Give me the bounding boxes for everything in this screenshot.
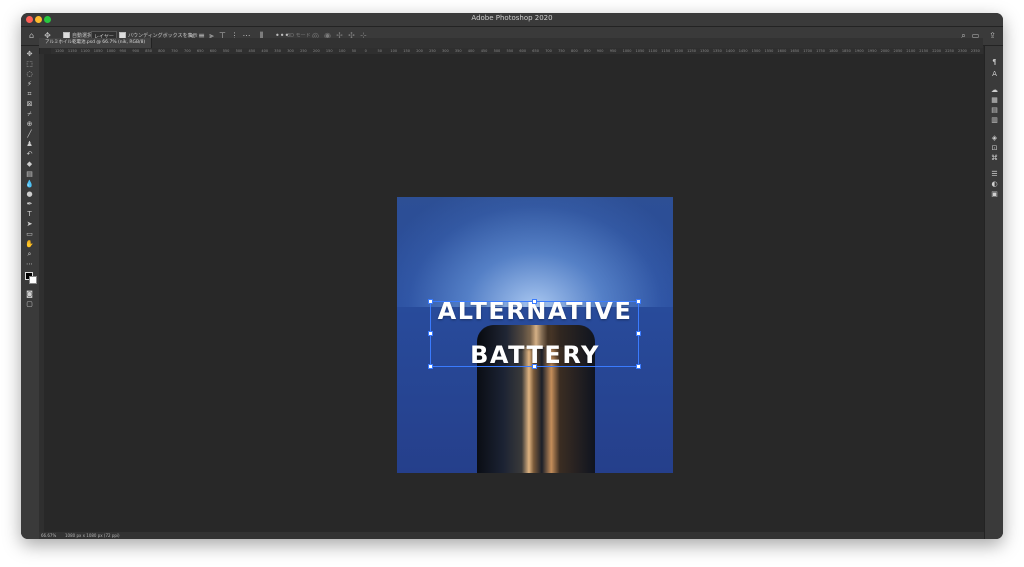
color-swatches-icon[interactable] — [25, 272, 37, 284]
hand-tool-icon[interactable]: ✋ — [25, 240, 34, 248]
pen-tool-icon[interactable]: ✒ — [25, 200, 34, 208]
color-icon[interactable]: ◐ — [990, 180, 999, 188]
document-info[interactable]: 1080 px x 1080 px (72 ppi) — [65, 532, 120, 539]
magic-wand-icon[interactable]: ⚡ — [25, 80, 34, 88]
tools-panel: ✥ ⬚ ◌ ⚡ ⌗ ⊠ ⌿ ⊕ ╱ ♟ ↶ ◆ ▤ 💧 ● ✒ T ➤ ▭ ✋ … — [21, 46, 40, 539]
handle-bottom-left[interactable] — [428, 364, 433, 369]
paragraph-icon[interactable]: ¶ — [990, 58, 999, 66]
swatches-icon[interactable]: ▣ — [990, 190, 999, 198]
handle-middle-left[interactable] — [428, 331, 433, 336]
brush-tool-icon[interactable]: ╱ — [25, 130, 34, 138]
share-icon[interactable]: ⇪ — [988, 31, 997, 40]
paths-icon[interactable]: ⌘ — [990, 154, 999, 162]
crop-tool-icon[interactable]: ⌗ — [25, 90, 34, 98]
lasso-tool-icon[interactable]: ◌ — [25, 70, 34, 78]
status-bar: 66.67% 1080 px x 1080 px (72 ppi) — [39, 532, 984, 539]
frame-tool-icon[interactable]: ⊠ — [25, 100, 34, 108]
stamp-tool-icon[interactable]: ♟ — [25, 140, 34, 148]
title-bar: Adobe Photoshop 2020 — [21, 13, 1003, 27]
photoshop-window: Adobe Photoshop 2020 ⌂ ✥ 自動選択 : レイヤー バウン… — [21, 13, 1003, 539]
transform-bounding-box[interactable] — [428, 299, 641, 369]
light-beam — [397, 197, 673, 307]
panel-dock: ¶ A ☁ ▦ ▤ ▥ ◈ ⊡ ⌘ ☰ ◐ ▣ — [984, 46, 1003, 539]
document-tab-bar: アルミホイル乾電池.psd @ 66.7% (nik, RGB/8) — [39, 38, 983, 48]
path-select-icon[interactable]: ➤ — [25, 220, 34, 228]
history-brush-icon[interactable]: ↶ — [25, 150, 34, 158]
marquee-tool-icon[interactable]: ⬚ — [25, 60, 34, 68]
handle-top-right[interactable] — [636, 299, 641, 304]
healing-brush-icon[interactable]: ⊕ — [25, 120, 34, 128]
libraries-icon[interactable]: ▦ — [990, 96, 999, 104]
layers-icon[interactable]: ◈ — [990, 134, 999, 142]
handle-middle-right[interactable] — [636, 331, 641, 336]
handle-top-center[interactable] — [532, 299, 537, 304]
properties-icon[interactable]: ▥ — [990, 116, 999, 124]
channels-icon[interactable]: ⊡ — [990, 144, 999, 152]
gradient-tool-icon[interactable]: ▤ — [25, 170, 34, 178]
quick-mask-icon[interactable]: ◙ — [25, 290, 34, 298]
edit-toolbar-icon[interactable]: ⋯ — [25, 260, 34, 268]
rectangle-tool-icon[interactable]: ▭ — [25, 230, 34, 238]
screen-mode-icon[interactable]: ▢ — [25, 300, 34, 308]
handle-bottom-center[interactable] — [532, 364, 537, 369]
eyedropper-icon[interactable]: ⌿ — [25, 110, 34, 118]
window-title: Adobe Photoshop 2020 — [471, 14, 553, 22]
learn-icon[interactable]: ☁ — [990, 86, 999, 94]
handle-bottom-right[interactable] — [636, 364, 641, 369]
document-image[interactable]: ALTERNATIVE BATTERY — [397, 197, 673, 473]
zoom-tool-icon[interactable]: ⌕ — [25, 250, 34, 258]
adjustments-icon[interactable]: ▤ — [990, 106, 999, 114]
home-icon[interactable]: ⌂ — [27, 31, 36, 40]
dodge-tool-icon[interactable]: ● — [25, 190, 34, 198]
type-tool-icon[interactable]: T — [25, 210, 34, 218]
canvas-area[interactable]: ALTERNATIVE BATTERY — [44, 54, 984, 532]
character-icon[interactable]: A — [990, 70, 999, 78]
history-icon[interactable]: ☰ — [990, 170, 999, 178]
handle-top-left[interactable] — [428, 299, 433, 304]
document-tab[interactable]: アルミホイル乾電池.psd @ 66.7% (nik, RGB/8) — [39, 38, 153, 48]
blur-tool-icon[interactable]: 💧 — [25, 180, 34, 188]
zoom-level[interactable]: 66.67% — [41, 532, 56, 539]
move-tool-icon[interactable]: ✥ — [25, 50, 34, 58]
eraser-tool-icon[interactable]: ◆ — [25, 160, 34, 168]
